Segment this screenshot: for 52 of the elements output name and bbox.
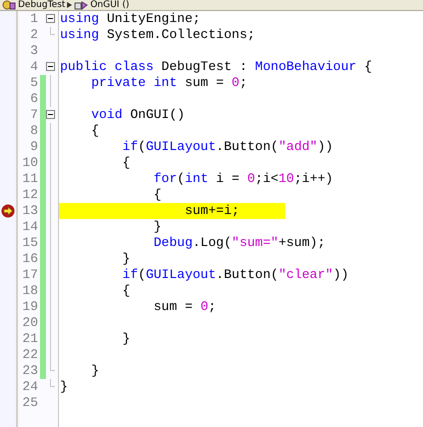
line-number: 2	[29, 27, 38, 43]
code-line: }	[152, 219, 162, 235]
line-number: 4	[29, 59, 38, 75]
chevron-icon	[67, 2, 72, 8]
code-line: using System.Collections;	[59, 27, 256, 43]
line-number: 21	[21, 331, 38, 347]
line-number: 24	[21, 379, 38, 395]
line-number: 8	[29, 123, 38, 139]
collapse-icon[interactable]	[46, 14, 55, 23]
code-line: {	[90, 123, 100, 139]
line-number: 23	[21, 363, 38, 379]
line-number: 13	[21, 203, 38, 219]
code-line: if(GUILayout.Button("add"))	[121, 139, 334, 155]
code-line: if(GUILayout.Button("clear"))	[121, 267, 349, 283]
line-number: 17	[21, 267, 38, 283]
code-line: }	[59, 379, 68, 395]
line-number: 16	[21, 251, 38, 267]
code-line: {	[121, 283, 130, 299]
code-line: }	[90, 363, 100, 379]
code-line: sum = 0;	[152, 299, 216, 315]
code-line: {	[121, 155, 130, 171]
line-number: 5	[29, 75, 38, 91]
line-number: 11	[21, 171, 38, 187]
line-number: 22	[21, 347, 38, 363]
line-number: 12	[21, 187, 38, 203]
code-line: for(int i = 0;i<10;i++)	[152, 171, 334, 187]
class-icon	[2, 0, 16, 10]
code-line: void OnGUI()	[90, 107, 185, 123]
line-number: 15	[21, 235, 38, 251]
collapse-icon[interactable]	[46, 110, 55, 119]
line-number: 6	[29, 91, 38, 107]
code-line: private int sum = 0;	[90, 75, 248, 91]
line-number: 19	[21, 299, 38, 315]
line-number: 25	[21, 395, 38, 411]
code-line: {	[152, 187, 162, 203]
collapse-icon[interactable]	[46, 62, 55, 71]
line-number: 18	[21, 283, 38, 299]
line-number: 7	[29, 107, 38, 123]
line-number: 10	[21, 155, 38, 171]
code-line: public class DebugTest : MonoBehaviour {	[59, 59, 372, 75]
code-line: using UnityEngine;	[59, 11, 200, 27]
method-icon	[74, 0, 88, 10]
breadcrumb-item[interactable]: DebugTest	[18, 0, 66, 10]
line-number: 14	[21, 219, 38, 235]
code-line: }	[121, 251, 130, 267]
line-number: 20	[21, 315, 38, 331]
code-line: }	[121, 331, 130, 347]
line-number: 3	[29, 43, 38, 59]
line-number: 9	[29, 139, 38, 155]
code-line: Debug.Log("sum="+sum);	[152, 235, 326, 251]
line-number: 1	[29, 11, 38, 27]
breadcrumb-item[interactable]: OnGUI ()	[90, 0, 130, 10]
